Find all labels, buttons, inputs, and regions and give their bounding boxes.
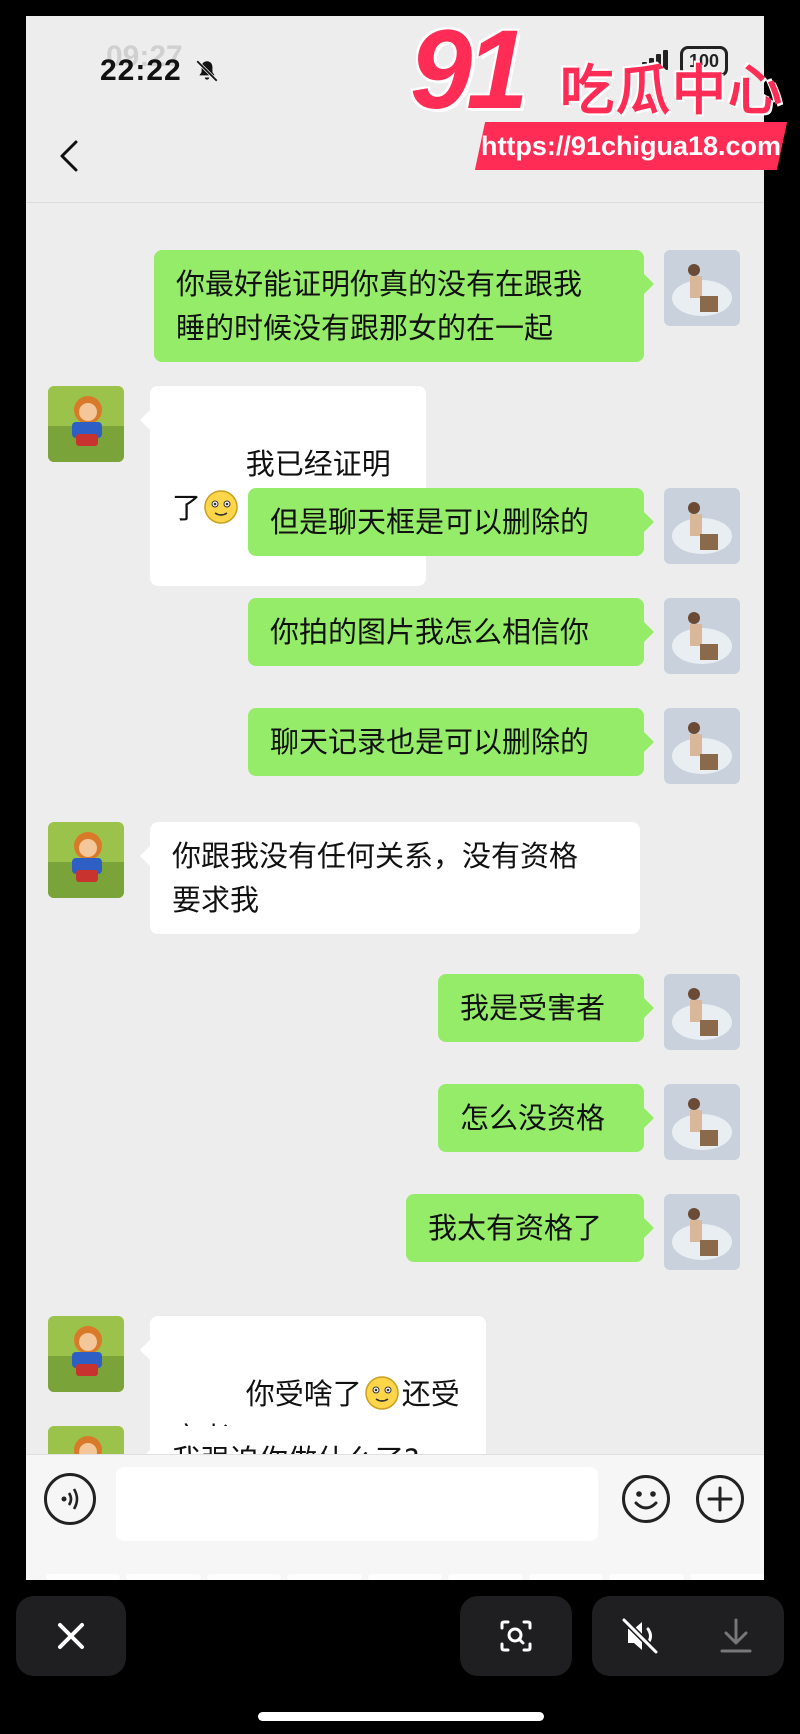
- lens-button[interactable]: [460, 1596, 572, 1676]
- message-bubble[interactable]: 我已经证明了: [140, 386, 426, 586]
- avatar[interactable]: [48, 386, 124, 462]
- avatar[interactable]: [664, 250, 740, 326]
- message-bubble[interactable]: 我太有资格了: [406, 1194, 654, 1262]
- message-bubble[interactable]: 你拍的图片我怎么相信你: [248, 598, 654, 666]
- plus-icon[interactable]: [694, 1473, 746, 1525]
- avatar[interactable]: [664, 708, 740, 784]
- watermark-number: 91: [410, 7, 529, 132]
- status-time: 22:22: [100, 54, 182, 87]
- message-bubble[interactable]: 聊天记录也是可以删除的: [248, 708, 654, 776]
- lens-icon: [500, 1620, 532, 1652]
- message-input[interactable]: [116, 1467, 598, 1541]
- avatar[interactable]: [664, 488, 740, 564]
- voice-icon[interactable]: [44, 1473, 96, 1525]
- avatar[interactable]: [664, 974, 740, 1050]
- download-icon[interactable]: [688, 1596, 784, 1676]
- avatar[interactable]: [664, 1084, 740, 1160]
- bell-muted-icon: [196, 60, 218, 82]
- chevron-left-icon[interactable]: [50, 136, 90, 176]
- message-bubble[interactable]: 你最好能证明你真的没有在跟我 睡的时候没有跟那女的在一起: [154, 250, 654, 362]
- message-text: 你受啥了: [245, 1377, 362, 1411]
- avatar[interactable]: [664, 1194, 740, 1270]
- watermark-text: 吃瓜中心: [560, 59, 784, 122]
- media-controls: [592, 1596, 784, 1676]
- viewer-controls: [0, 1580, 800, 1734]
- smile-emoji-icon: [204, 490, 238, 524]
- message-bubble[interactable]: 但是聊天框是可以删除的: [248, 488, 654, 556]
- emoji-icon[interactable]: [620, 1473, 672, 1525]
- message-bubble[interactable]: 怎么没资格: [438, 1084, 654, 1152]
- message-bubble[interactable]: 我是受害者: [438, 974, 654, 1042]
- input-bar: [26, 1454, 764, 1580]
- chat-list[interactable]: 你最好能证明你真的没有在跟我 睡的时候没有跟那女的在一起 我已经证明了 但是聊天…: [26, 216, 764, 1462]
- watermark-url: https://91chigua18.com: [474, 122, 788, 170]
- message-bubble[interactable]: 你跟我没有任何关系，没有资格 要求我: [140, 822, 640, 934]
- close-icon: [58, 1623, 84, 1649]
- watermark-url-text: https://91chigua18.com: [480, 131, 782, 161]
- close-button[interactable]: [16, 1596, 126, 1676]
- phone-screen: 09:27 22:22 100 你最好能证明你真的没有在跟我 睡的时候没有跟那女…: [26, 16, 764, 1580]
- avatar[interactable]: [48, 1316, 124, 1392]
- avatar[interactable]: [48, 822, 124, 898]
- nav-divider: [26, 202, 764, 203]
- mute-icon[interactable]: [592, 1596, 688, 1676]
- home-indicator[interactable]: [258, 1712, 544, 1721]
- avatar[interactable]: [664, 598, 740, 674]
- smile-emoji-icon: [365, 1376, 399, 1410]
